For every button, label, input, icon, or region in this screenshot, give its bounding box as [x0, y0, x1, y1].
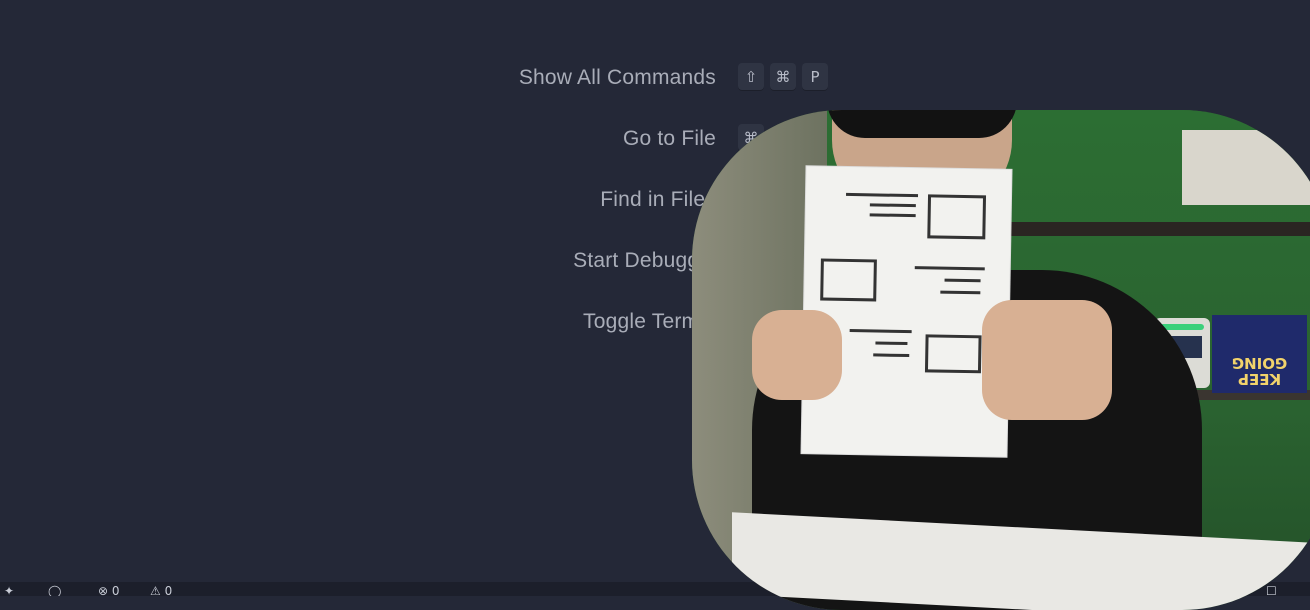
- webcam-overlay: KEEP GOING: [692, 110, 1310, 610]
- sketch-paper: [801, 166, 1012, 457]
- sketch-line: [914, 266, 985, 271]
- shortcut-label: Show All Commands: [518, 66, 716, 89]
- sketch-line: [875, 341, 908, 346]
- shift-key-icon: ⇧: [738, 63, 764, 91]
- webcam-shelf: [1002, 222, 1310, 236]
- shortcut-show-all-commands[interactable]: Show All Commands: [519, 62, 716, 94]
- remote-icon[interactable]: ✦: [4, 585, 14, 596]
- sketch-line: [849, 329, 912, 334]
- sketch-line: [846, 192, 919, 198]
- sketch-line: [869, 203, 916, 208]
- person-right-hand: [982, 300, 1112, 420]
- problems-errors[interactable]: ⊗ 0: [98, 585, 120, 596]
- problems-warnings[interactable]: ⚠ 0: [150, 585, 172, 596]
- sketch-line: [873, 353, 910, 358]
- sketch-line: [940, 290, 981, 295]
- sketch-box: [927, 194, 987, 240]
- p-key: P: [802, 63, 828, 91]
- webcam-book: KEEP GOING: [1212, 315, 1307, 393]
- shortcut-keys: ⇧ ⌘ P: [738, 63, 828, 91]
- person-hair: [827, 110, 1017, 138]
- command-key-icon: ⌘: [770, 63, 796, 91]
- sketch-box: [820, 258, 877, 302]
- person-left-hand: [752, 310, 842, 400]
- webcam-box: [1182, 130, 1310, 205]
- account-icon[interactable]: ◯: [48, 585, 61, 596]
- sketch-line: [869, 213, 916, 218]
- sketch-line: [944, 278, 981, 283]
- sketch-box: [924, 334, 982, 374]
